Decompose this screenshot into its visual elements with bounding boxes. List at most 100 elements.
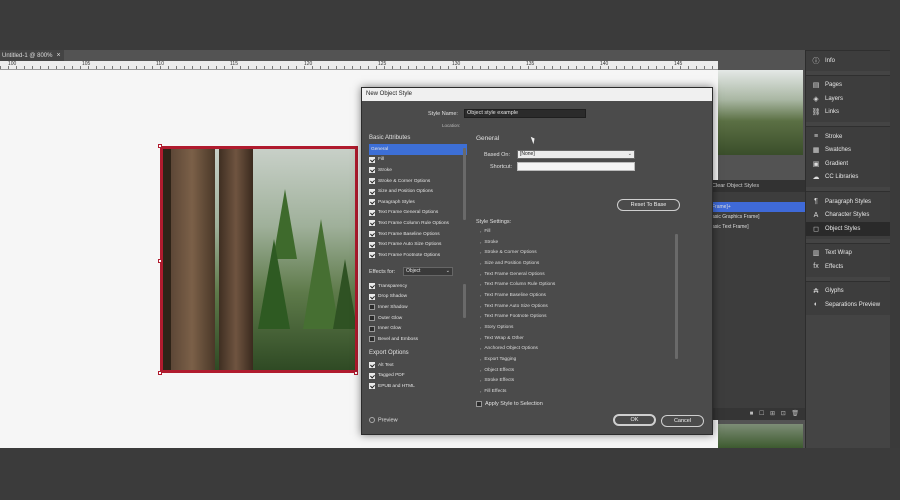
effect-checkbox[interactable] [369, 283, 375, 290]
resize-handle[interactable] [158, 144, 162, 148]
style-setting-item[interactable]: › Export Tagging [480, 354, 670, 365]
chevron-right-icon[interactable]: › [480, 250, 481, 255]
chevron-right-icon[interactable]: › [480, 346, 481, 351]
basic-attribute-checkbox[interactable] [369, 156, 375, 163]
style-setting-item[interactable]: › Text Frame Column Rule Options [480, 279, 670, 290]
cancel-button[interactable]: Cancel [661, 415, 704, 427]
style-setting-item[interactable]: › Object Effects [480, 365, 670, 376]
resize-handle[interactable] [158, 371, 162, 375]
export-option-item[interactable]: Tagged PDF [369, 371, 467, 382]
effect-checkbox[interactable] [369, 293, 375, 300]
dock-item[interactable]: ⓘ Info [806, 54, 890, 68]
chevron-right-icon[interactable]: › [480, 357, 481, 362]
effects-scrollbar[interactable] [463, 284, 466, 318]
dock-item[interactable]: A Character Styles [806, 209, 890, 223]
basic-attribute-item[interactable]: Size and Position Options [369, 186, 467, 197]
export-option-item[interactable]: Alt Text [369, 360, 467, 371]
preview-option[interactable]: Preview [369, 417, 398, 423]
basic-attribute-item[interactable]: Text Frame Auto Size Options [369, 239, 467, 250]
dock-item[interactable]: ≡ Stroke [806, 130, 890, 144]
basic-attribute-checkbox[interactable] [369, 220, 375, 227]
chevron-right-icon[interactable]: › [480, 368, 481, 373]
preview-checkbox[interactable] [369, 417, 375, 423]
object-style-row[interactable]: asic Graphics Frame] [710, 212, 805, 222]
dock-item[interactable]: ▤ Pages [806, 79, 890, 93]
dock-item[interactable]: ₳ Glyphs [806, 285, 890, 299]
style-setting-item[interactable]: › Fill Effects [480, 386, 670, 397]
selected-image-frame[interactable] [160, 146, 358, 373]
chevron-right-icon[interactable]: › [480, 229, 481, 234]
reset-to-base-button[interactable]: Reset To Base [617, 199, 680, 211]
basic-attribute-item[interactable]: Text Frame General Options [369, 208, 467, 219]
object-style-row[interactable]: Frame]+ [710, 202, 805, 212]
style-settings-scrollbar[interactable] [675, 234, 678, 359]
chevron-right-icon[interactable]: › [480, 272, 481, 277]
object-styles-panel-tabs[interactable]: Clear Object Styles [710, 180, 805, 192]
effect-item[interactable]: Outer Glow [369, 313, 467, 324]
dock-item[interactable]: ⛓ Links [806, 106, 890, 120]
ok-button[interactable]: OK [613, 414, 656, 426]
export-option-checkbox[interactable] [369, 372, 375, 379]
apply-style-checkbox[interactable] [476, 401, 482, 407]
object-style-row[interactable]: asic Text Frame] [710, 222, 805, 232]
object-styles-panel-footer[interactable]: ■ ☐ ⊞ ⊡ 🗑 [710, 408, 805, 420]
export-option-item[interactable]: EPUB and HTML [369, 381, 467, 392]
dock-item[interactable]: ▦ Swatches [806, 144, 890, 158]
close-icon[interactable]: × [56, 52, 60, 59]
basic-attribute-checkbox[interactable] [369, 231, 375, 238]
effect-checkbox[interactable] [369, 336, 375, 343]
style-setting-item[interactable]: › Stroke Effects [480, 376, 670, 387]
chevron-right-icon[interactable]: › [480, 282, 481, 287]
effect-item[interactable]: Inner Glow [369, 323, 467, 334]
basic-attribute-item[interactable]: Text Frame Footnote Options [369, 250, 467, 261]
dock-item[interactable]: ▣ Gradient [806, 157, 890, 171]
chevron-right-icon[interactable]: › [480, 336, 481, 341]
basic-attribute-checkbox[interactable] [369, 178, 375, 185]
dock-item[interactable]: ◈ Layers [806, 92, 890, 106]
style-setting-item[interactable]: › Stroke [480, 237, 670, 248]
resize-handle[interactable] [354, 371, 358, 375]
style-setting-item[interactable]: › Fill [480, 226, 670, 237]
basic-attribute-checkbox[interactable] [369, 252, 375, 259]
chevron-right-icon[interactable]: › [480, 325, 481, 330]
chevron-right-icon[interactable]: › [480, 293, 481, 298]
basic-attribute-checkbox[interactable] [369, 188, 375, 195]
effect-item[interactable]: Drop Shadow [369, 292, 467, 303]
basic-attribute-checkbox[interactable] [369, 167, 375, 174]
basic-attribute-item[interactable]: Text Frame Baseline Options [369, 229, 467, 240]
basic-attribute-checkbox[interactable] [369, 209, 375, 216]
basic-attributes-scrollbar[interactable] [463, 148, 466, 220]
style-setting-item[interactable]: › Stroke & Corner Options [480, 247, 670, 258]
apply-style-option[interactable]: Apply Style to Selection [476, 401, 543, 407]
style-setting-item[interactable]: › Text Frame Footnote Options [480, 312, 670, 323]
basic-attribute-checkbox[interactable] [369, 199, 375, 206]
basic-attribute-item[interactable]: Fill [369, 155, 467, 166]
effect-item[interactable]: Transparency [369, 281, 467, 292]
effects-for-select[interactable]: Object ⌄ [403, 267, 453, 276]
effect-checkbox[interactable] [369, 325, 375, 332]
effect-item[interactable]: Bevel and Emboss [369, 334, 467, 345]
dock-item[interactable]: ☁ CC Libraries [806, 171, 890, 185]
dock-item[interactable]: ¶ Paragraph Styles [806, 195, 890, 209]
export-option-checkbox[interactable] [369, 362, 375, 369]
style-setting-item[interactable]: › Anchored Object Options [480, 344, 670, 355]
effect-item[interactable]: Inner Shadow [369, 302, 467, 313]
basic-attribute-checkbox[interactable] [369, 241, 375, 248]
shortcut-input[interactable] [517, 162, 635, 171]
style-setting-item[interactable]: › Text Wrap & Other [480, 333, 670, 344]
export-option-checkbox[interactable] [369, 383, 375, 390]
style-name-input[interactable]: Object style example [464, 109, 586, 118]
chevron-right-icon[interactable]: › [480, 314, 481, 319]
style-setting-item[interactable]: › Text Frame Baseline Options [480, 290, 670, 301]
chevron-right-icon[interactable]: › [480, 389, 481, 394]
style-setting-item[interactable]: › Size and Position Options [480, 258, 670, 269]
basic-attribute-item[interactable]: General [369, 144, 467, 155]
basic-attribute-item[interactable]: Stroke [369, 165, 467, 176]
dock-item[interactable]: fx Effects [806, 260, 890, 274]
chevron-right-icon[interactable]: › [480, 261, 481, 266]
dock-item[interactable]: ◐ Separations Preview [806, 298, 890, 312]
basic-attribute-item[interactable]: Paragraph Styles [369, 197, 467, 208]
style-setting-item[interactable]: › Text Frame Auto Size Options [480, 301, 670, 312]
chevron-right-icon[interactable]: › [480, 240, 481, 245]
chevron-right-icon[interactable]: › [480, 378, 481, 383]
